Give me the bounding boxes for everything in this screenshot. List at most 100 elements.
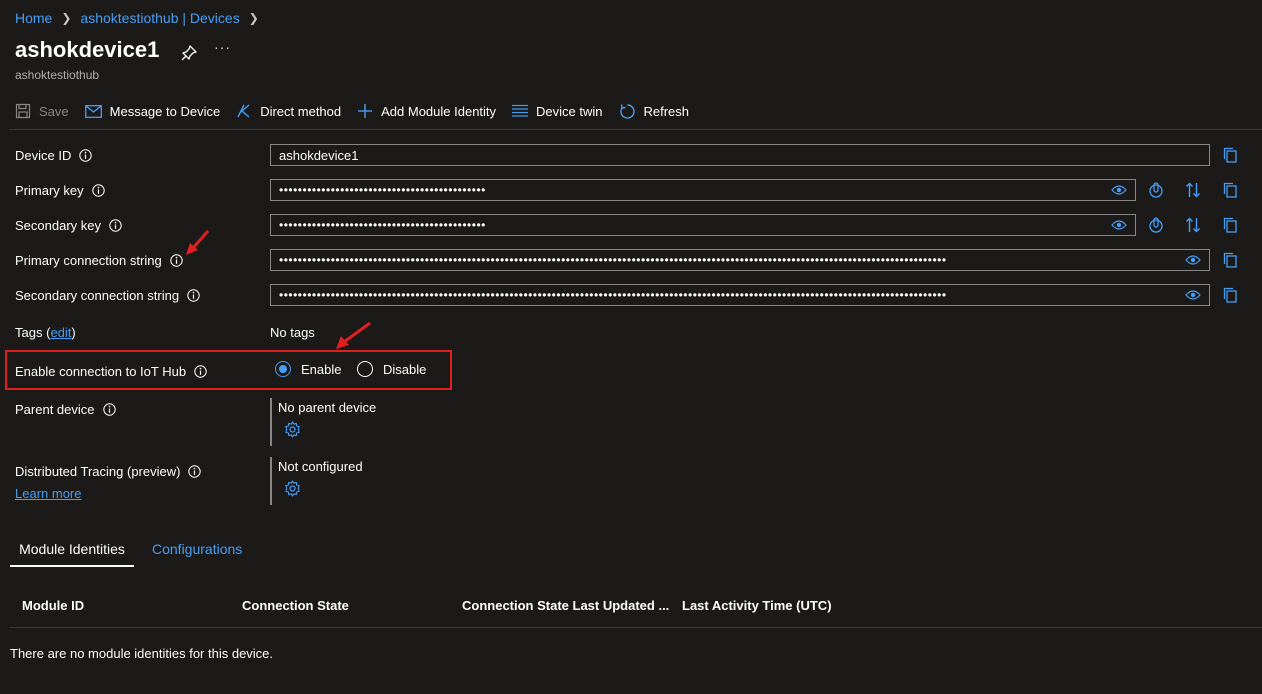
swap-icon[interactable]	[1185, 217, 1201, 233]
refresh-label: Refresh	[643, 103, 690, 119]
primary-key-label: Primary key	[15, 183, 105, 198]
eye-icon[interactable]	[1185, 254, 1201, 266]
info-icon[interactable]	[79, 149, 93, 162]
save-button[interactable]: Save	[15, 103, 69, 119]
enable-connection-label-text: Enable connection to IoT Hub	[15, 364, 187, 379]
copy-icon[interactable]	[1222, 252, 1238, 268]
chevron-right-icon: ❯	[248, 11, 259, 25]
primary-connection-string-field[interactable]: ••••••••••••••••••••••••••••••••••••••••…	[270, 249, 1210, 271]
copy-icon[interactable]	[1222, 217, 1238, 233]
message-to-device-label: Message to Device	[109, 103, 221, 119]
distributed-tracing-label: Distributed Tracing (preview)	[15, 464, 202, 479]
secondary-key-field[interactable]: ••••••••••••••••••••••••••••••••••••••••…	[270, 214, 1136, 236]
add-module-identity-button[interactable]: Add Module Identity	[357, 103, 496, 119]
column-header-module-id[interactable]: Module ID	[22, 598, 84, 613]
info-icon[interactable]	[169, 254, 183, 267]
primary-connection-string-label: Primary connection string	[15, 253, 183, 268]
regenerate-key-icon[interactable]	[1148, 182, 1164, 198]
eye-icon[interactable]	[1111, 219, 1127, 231]
tab-active-underline	[10, 565, 134, 567]
primary-key-value: ••••••••••••••••••••••••••••••••••••••••…	[279, 183, 486, 197]
save-icon	[15, 103, 31, 119]
mail-icon	[84, 104, 102, 118]
swap-icon[interactable]	[1185, 182, 1201, 198]
enable-radio-label: Enable	[301, 361, 342, 377]
tab-configurations[interactable]: Configurations	[152, 541, 242, 557]
primary-connection-string-value: ••••••••••••••••••••••••••••••••••••••••…	[279, 253, 947, 267]
gear-icon[interactable]	[284, 480, 301, 497]
refresh-icon	[619, 103, 635, 119]
parent-device-value: No parent device	[278, 400, 377, 415]
disable-radio[interactable]: Disable	[357, 361, 426, 377]
secondary-connection-string-value: ••••••••••••••••••••••••••••••••••••••••…	[279, 288, 947, 302]
refresh-button[interactable]: Refresh	[619, 103, 690, 120]
save-label: Save	[39, 103, 69, 119]
page-subtitle: ashoktestiothub	[15, 68, 100, 82]
copy-icon[interactable]	[1222, 287, 1238, 303]
info-icon[interactable]	[91, 184, 105, 197]
plus-icon	[358, 104, 373, 118]
parent-device-label: Parent device	[15, 402, 116, 417]
secondary-key-label-text: Secondary key	[15, 218, 101, 233]
info-icon[interactable]	[102, 403, 116, 416]
eye-icon[interactable]	[1111, 184, 1127, 196]
tags-label: Tags (edit)	[15, 325, 76, 340]
tags-edit-link[interactable]: edit	[50, 325, 71, 340]
disable-radio-label: Disable	[383, 361, 427, 377]
table-divider	[10, 627, 1262, 628]
annotation-arrow-icon	[186, 230, 210, 255]
enable-radio[interactable]: Enable	[275, 361, 341, 377]
pin-icon[interactable]	[180, 44, 198, 62]
info-icon[interactable]	[188, 465, 202, 478]
empty-table-message: There are no module identities for this …	[10, 646, 274, 661]
enable-radio-circle[interactable]	[275, 361, 291, 377]
info-icon[interactable]	[109, 219, 122, 232]
learn-more-link[interactable]: Learn more	[15, 486, 81, 501]
chevron-right-icon: ❯	[61, 11, 72, 25]
device-id-label-text: Device ID	[15, 148, 72, 163]
distributed-tracing-label-text: Distributed Tracing (preview)	[15, 464, 181, 479]
annotation-arrow-icon	[336, 321, 371, 349]
enable-connection-label: Enable connection to IoT Hub	[15, 364, 207, 379]
device-twin-button[interactable]: Device twin	[512, 103, 603, 119]
message-to-device-button[interactable]: Message to Device	[84, 103, 221, 119]
secondary-connection-string-label: Secondary connection string	[15, 288, 200, 303]
disable-radio-circle[interactable]	[357, 361, 373, 377]
eye-icon[interactable]	[1185, 289, 1201, 301]
primary-connection-string-label-text: Primary connection string	[15, 253, 162, 268]
parent-device-label-text: Parent device	[15, 402, 95, 417]
breadcrumb-devices[interactable]: ashoktestiothub | Devices	[80, 10, 239, 26]
device-details-page: Home ❯ ashoktestiothub | Devices ❯ ashok…	[0, 0, 1262, 694]
copy-icon[interactable]	[1222, 147, 1238, 163]
device-id-value: ashokdevice1	[279, 147, 359, 163]
column-header-connection-state[interactable]: Connection State	[242, 598, 349, 613]
device-id-field[interactable]: ashokdevice1	[270, 144, 1210, 166]
direct-method-label: Direct method	[260, 103, 342, 119]
gear-icon[interactable]	[284, 421, 301, 438]
tab-module-identities[interactable]: Module Identities	[10, 541, 134, 557]
distributed-tracing-value: Not configured	[278, 459, 363, 474]
tags-value: No tags	[270, 325, 315, 340]
column-header-last-activity[interactable]: Last Activity Time (UTC)	[682, 598, 832, 613]
regenerate-key-icon[interactable]	[1148, 217, 1164, 233]
list-icon	[512, 104, 529, 117]
direct-method-icon	[237, 104, 250, 118]
info-icon[interactable]	[194, 365, 207, 378]
breadcrumb-home[interactable]: Home	[15, 10, 52, 26]
page-title: ashokdevice1	[15, 37, 160, 62]
tags-label-text: Tags	[15, 325, 43, 340]
device-twin-label: Device twin	[536, 103, 603, 119]
tags-paren-close: )	[71, 325, 76, 340]
direct-method-button[interactable]: Direct method	[236, 103, 341, 119]
more-options-icon[interactable]: ···	[214, 39, 231, 55]
toolbar-divider	[10, 129, 1262, 130]
column-header-connection-state-updated[interactable]: Connection State Last Updated ...	[462, 598, 669, 613]
distributed-tracing-block: Not configured	[270, 457, 363, 505]
add-module-identity-label: Add Module Identity	[381, 103, 497, 119]
info-icon[interactable]	[187, 289, 200, 302]
primary-key-field[interactable]: ••••••••••••••••••••••••••••••••••••••••…	[270, 179, 1136, 201]
copy-icon[interactable]	[1222, 182, 1238, 198]
primary-key-label-text: Primary key	[15, 183, 84, 198]
secondary-connection-string-label-text: Secondary connection string	[15, 288, 180, 303]
secondary-connection-string-field[interactable]: ••••••••••••••••••••••••••••••••••••••••…	[270, 284, 1210, 306]
